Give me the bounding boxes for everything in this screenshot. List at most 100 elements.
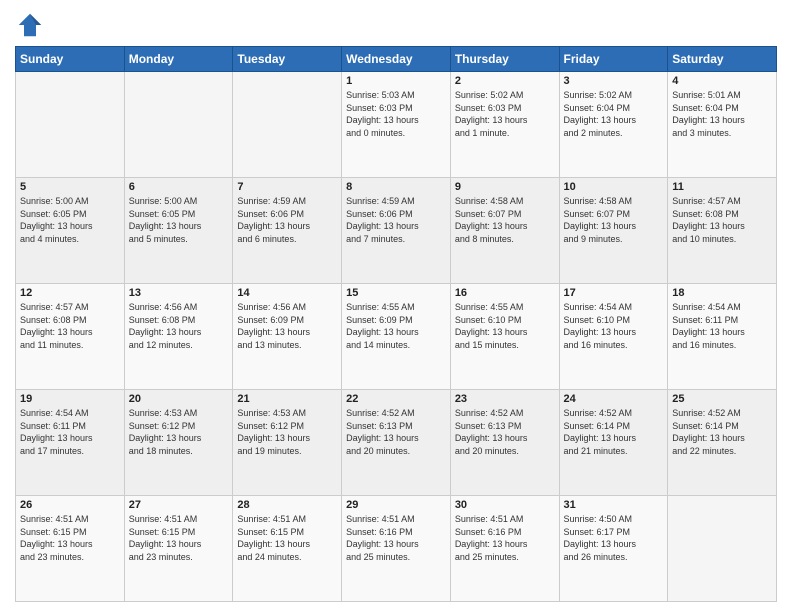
calendar-cell: 18Sunrise: 4:54 AM Sunset: 6:11 PM Dayli…: [668, 284, 777, 390]
day-info: Sunrise: 4:54 AM Sunset: 6:11 PM Dayligh…: [20, 407, 120, 457]
calendar-cell: 24 Sunrise: 4:52 AM Sunset: 6:14 PM Dayli…: [559, 390, 668, 496]
day-header: Thursday: [450, 47, 559, 72]
calendar-cell: 25Sunrise: 4:52 AM Sunset: 6:14 PM Dayli…: [668, 390, 777, 496]
day-number: 14: [237, 287, 337, 299]
calendar-cell: 20 Sunrise: 4:53 AM Sunset: 6:12 PM Dayli…: [124, 390, 233, 496]
calendar-cell: 14Sunrise: 4:56 AM Sunset: 6:09 PM Dayli…: [233, 284, 342, 390]
day-number: 31: [564, 499, 664, 511]
day-info: Sunrise: 4:55 AM Sunset: 6:09 PM Dayligh…: [346, 301, 446, 351]
day-info: Sunrise: 5:03 AM Sunset: 6:03 PM Dayligh…: [346, 89, 446, 139]
day-number: 20: [129, 393, 229, 405]
day-number: 24: [564, 393, 664, 405]
calendar-cell: 29 Sunrise: 4:51 AM Sunset: 6:16 PM Dayli…: [342, 496, 451, 602]
calendar-cell: 9Sunrise: 4:58 AM Sunset: 6:07 PM Daylig…: [450, 178, 559, 284]
day-number: 11: [672, 181, 772, 193]
day-info: Sunrise: 4:52 AM Sunset: 6:14 PM Dayligh…: [564, 407, 664, 457]
day-number: 6: [129, 181, 229, 193]
day-info: Sunrise: 4:55 AM Sunset: 6:10 PM Dayligh…: [455, 301, 555, 351]
day-info: Sunrise: 4:52 AM Sunset: 6:13 PM Dayligh…: [346, 407, 446, 457]
calendar-cell: 13 Sunrise: 4:56 AM Sunset: 6:08 PM Dayli…: [124, 284, 233, 390]
day-header: Monday: [124, 47, 233, 72]
calendar-cell: 19 Sunrise: 4:54 AM Sunset: 6:11 PM Dayli…: [16, 390, 125, 496]
calendar-cell: 28 Sunrise: 4:51 AM Sunset: 6:15 PM Dayli…: [233, 496, 342, 602]
day-info: Sunrise: 4:58 AM Sunset: 6:07 PM Dayligh…: [455, 195, 555, 245]
calendar-cell: 16 Sunrise: 4:55 AM Sunset: 6:10 PM Dayli…: [450, 284, 559, 390]
day-number: 28: [237, 499, 337, 511]
day-number: 1: [346, 75, 446, 87]
calendar-cell: 26Sunrise: 4:51 AM Sunset: 6:15 PM Dayli…: [16, 496, 125, 602]
day-info: Sunrise: 4:53 AM Sunset: 6:12 PM Dayligh…: [237, 407, 337, 457]
day-info: Sunrise: 5:02 AM Sunset: 6:03 PM Dayligh…: [455, 89, 555, 139]
day-number: 7: [237, 181, 337, 193]
day-number: 27: [129, 499, 229, 511]
day-number: 15: [346, 287, 446, 299]
day-number: 30: [455, 499, 555, 511]
day-info: Sunrise: 5:00 AM Sunset: 6:05 PM Dayligh…: [20, 195, 120, 245]
calendar-cell: [233, 72, 342, 178]
day-header: Wednesday: [342, 47, 451, 72]
day-info: Sunrise: 4:51 AM Sunset: 6:16 PM Dayligh…: [346, 513, 446, 563]
calendar-cell: 8Sunrise: 4:59 AM Sunset: 6:06 PM Daylig…: [342, 178, 451, 284]
day-number: 26: [20, 499, 120, 511]
calendar-cell: 11 Sunrise: 4:57 AM Sunset: 6:08 PM Dayli…: [668, 178, 777, 284]
calendar-cell: 12 Sunrise: 4:57 AM Sunset: 6:08 PM Dayli…: [16, 284, 125, 390]
day-info: Sunrise: 4:59 AM Sunset: 6:06 PM Dayligh…: [346, 195, 446, 245]
day-info: Sunrise: 4:54 AM Sunset: 6:11 PM Dayligh…: [672, 301, 772, 351]
calendar-header-row: SundayMondayTuesdayWednesdayThursdayFrid…: [16, 47, 777, 72]
day-info: Sunrise: 4:53 AM Sunset: 6:12 PM Dayligh…: [129, 407, 229, 457]
day-header: Sunday: [16, 47, 125, 72]
calendar-cell: 4 Sunrise: 5:01 AM Sunset: 6:04 PM Daylig…: [668, 72, 777, 178]
day-number: 3: [564, 75, 664, 87]
day-number: 21: [237, 393, 337, 405]
calendar-week-row: 5Sunrise: 5:00 AM Sunset: 6:05 PM Daylig…: [16, 178, 777, 284]
calendar-cell: 27 Sunrise: 4:51 AM Sunset: 6:15 PM Dayli…: [124, 496, 233, 602]
day-info: Sunrise: 4:51 AM Sunset: 6:15 PM Dayligh…: [129, 513, 229, 563]
logo-icon: [15, 10, 45, 40]
calendar: SundayMondayTuesdayWednesdayThursdayFrid…: [15, 46, 777, 602]
calendar-cell: 2 Sunrise: 5:02 AM Sunset: 6:03 PM Daylig…: [450, 72, 559, 178]
day-info: Sunrise: 4:57 AM Sunset: 6:08 PM Dayligh…: [20, 301, 120, 351]
day-header: Saturday: [668, 47, 777, 72]
calendar-cell: 31 Sunrise: 4:50 AM Sunset: 6:17 PM Dayli…: [559, 496, 668, 602]
day-number: 17: [564, 287, 664, 299]
calendar-cell: [668, 496, 777, 602]
day-number: 19: [20, 393, 120, 405]
calendar-cell: 21 Sunrise: 4:53 AM Sunset: 6:12 PM Dayli…: [233, 390, 342, 496]
calendar-cell: [124, 72, 233, 178]
calendar-cell: 5Sunrise: 5:00 AM Sunset: 6:05 PM Daylig…: [16, 178, 125, 284]
day-info: Sunrise: 4:50 AM Sunset: 6:17 PM Dayligh…: [564, 513, 664, 563]
day-info: Sunrise: 4:57 AM Sunset: 6:08 PM Dayligh…: [672, 195, 772, 245]
calendar-week-row: 26 Sunrise: 4:51 AM Sunset: 6:15 PM Dayli…: [16, 496, 777, 602]
day-number: 23: [455, 393, 555, 405]
day-header: Friday: [559, 47, 668, 72]
day-number: 13: [129, 287, 229, 299]
calendar-week-row: 12 Sunrise: 4:57 AM Sunset: 6:08 PM Dayli…: [16, 284, 777, 390]
day-number: 12: [20, 287, 120, 299]
day-info: Sunrise: 4:52 AM Sunset: 6:14 PM Dayligh…: [672, 407, 772, 457]
day-info: Sunrise: 4:58 AM Sunset: 6:07 PM Dayligh…: [564, 195, 664, 245]
calendar-cell: 23Sunrise: 4:52 AM Sunset: 6:13 PM Dayli…: [450, 390, 559, 496]
day-number: 29: [346, 499, 446, 511]
calendar-week-row: 19 Sunrise: 4:54 AM Sunset: 6:11 PM Dayli…: [16, 390, 777, 496]
calendar-cell: 1 Sunrise: 5:03 AM Sunset: 6:03 PM Daylig…: [342, 72, 451, 178]
page: SundayMondayTuesdayWednesdayThursdayFrid…: [0, 0, 792, 612]
calendar-cell: 6 Sunrise: 5:00 AM Sunset: 6:05 PM Daylig…: [124, 178, 233, 284]
calendar-cell: [16, 72, 125, 178]
day-number: 16: [455, 287, 555, 299]
day-info: Sunrise: 5:01 AM Sunset: 6:04 PM Dayligh…: [672, 89, 772, 139]
day-info: Sunrise: 4:51 AM Sunset: 6:15 PM Dayligh…: [237, 513, 337, 563]
calendar-cell: 22 Sunrise: 4:52 AM Sunset: 6:13 PM Dayli…: [342, 390, 451, 496]
calendar-week-row: 1 Sunrise: 5:03 AM Sunset: 6:03 PM Daylig…: [16, 72, 777, 178]
calendar-cell: 10 Sunrise: 4:58 AM Sunset: 6:07 PM Dayli…: [559, 178, 668, 284]
day-number: 22: [346, 393, 446, 405]
day-info: Sunrise: 5:00 AM Sunset: 6:05 PM Dayligh…: [129, 195, 229, 245]
day-number: 10: [564, 181, 664, 193]
day-info: Sunrise: 4:51 AM Sunset: 6:16 PM Dayligh…: [455, 513, 555, 563]
calendar-cell: 7 Sunrise: 4:59 AM Sunset: 6:06 PM Daylig…: [233, 178, 342, 284]
day-info: Sunrise: 4:56 AM Sunset: 6:08 PM Dayligh…: [129, 301, 229, 351]
calendar-cell: 17Sunrise: 4:54 AM Sunset: 6:10 PM Dayli…: [559, 284, 668, 390]
day-number: 4: [672, 75, 772, 87]
day-info: Sunrise: 5:02 AM Sunset: 6:04 PM Dayligh…: [564, 89, 664, 139]
day-number: 2: [455, 75, 555, 87]
day-info: Sunrise: 4:59 AM Sunset: 6:06 PM Dayligh…: [237, 195, 337, 245]
